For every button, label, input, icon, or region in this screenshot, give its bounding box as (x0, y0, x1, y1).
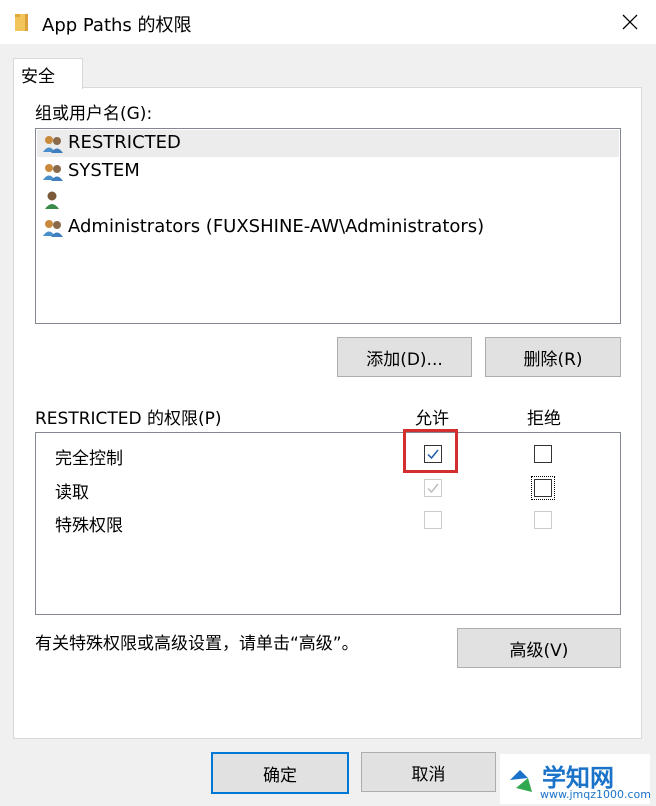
full-control-deny-checkbox[interactable] (534, 445, 552, 463)
group-user-list[interactable]: RESTRICTED SYSTEM Administrators (FUXSHI… (35, 128, 621, 324)
checkmark-icon (427, 483, 439, 494)
watermark-logo-icon (510, 770, 532, 792)
close-icon (622, 14, 638, 30)
permission-name: 完全控制 (55, 449, 123, 469)
cancel-button[interactable]: 取消 (361, 752, 496, 792)
title-bar: App Paths 的权限 (0, 0, 656, 44)
list-item[interactable]: RESTRICTED (37, 130, 619, 157)
permission-name: 读取 (55, 483, 89, 503)
deny-column-header: 拒绝 (527, 409, 561, 429)
users-group-icon (43, 220, 63, 237)
user-icon (45, 191, 59, 209)
remove-button[interactable]: 删除(R) (485, 337, 621, 377)
window-title: App Paths 的权限 (42, 15, 192, 36)
folder-icon (15, 14, 28, 31)
permission-name: 特殊权限 (55, 516, 123, 536)
advanced-button[interactable]: 高级(V) (457, 628, 621, 668)
advanced-hint: 有关特殊权限或高级设置，请单击“高级”。 (35, 634, 359, 654)
watermark: 学知网 www.jmqz1000.com (500, 754, 651, 804)
highlight-box (403, 429, 458, 473)
list-item[interactable]: SYSTEM (37, 158, 619, 185)
list-item-label: RESTRICTED (68, 132, 181, 153)
tab-security-label: 安全 (21, 67, 55, 87)
read-allow-checkbox[interactable] (424, 479, 442, 497)
users-group-icon (43, 164, 63, 181)
tab-security[interactable]: 安全 (13, 58, 83, 89)
read-deny-checkbox[interactable] (531, 476, 555, 500)
users-group-icon (43, 136, 63, 153)
permissions-label: RESTRICTED 的权限(P) (35, 409, 222, 429)
allow-column-header: 允许 (415, 409, 449, 429)
list-item-label: Administrators (FUXSHINE-AW\Administrato… (68, 216, 485, 237)
close-button[interactable] (618, 10, 642, 34)
watermark-url: www.jmqz1000.com (540, 788, 651, 801)
special-allow-checkbox[interactable] (424, 511, 442, 529)
special-deny-checkbox[interactable] (534, 511, 552, 529)
list-item[interactable] (37, 186, 619, 213)
groups-label: 组或用户名(G): (35, 104, 153, 124)
add-button[interactable]: 添加(D)... (337, 337, 472, 377)
list-item[interactable]: Administrators (FUXSHINE-AW\Administrato… (37, 214, 619, 241)
ok-button[interactable]: 确定 (211, 752, 349, 794)
list-item-label: SYSTEM (68, 160, 140, 181)
